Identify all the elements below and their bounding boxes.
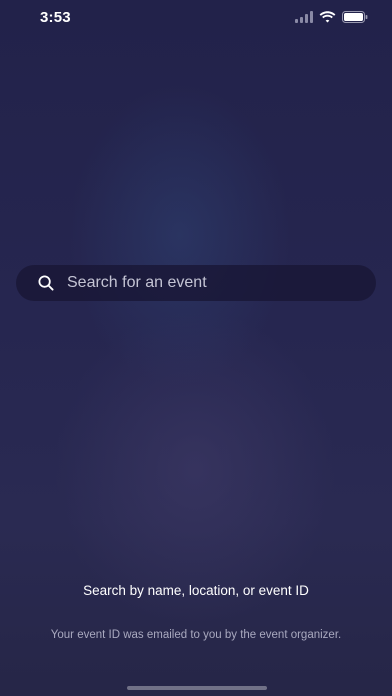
screen: 3:53 Search for an event Search by name,… [0,0,392,696]
cellular-signal-icon [295,11,313,23]
status-time: 3:53 [40,9,71,26]
battery-icon [342,11,368,23]
wifi-icon [319,11,336,23]
search-icon [38,275,54,291]
status-icons [295,11,368,23]
home-indicator[interactable] [127,686,267,690]
search-bar[interactable] [16,265,376,301]
status-bar: 3:53 [0,0,392,36]
search-input[interactable] [67,266,376,300]
search-help-title: Search by name, location, or event ID [83,583,309,598]
search-help-subtitle: Your event ID was emailed to you by the … [50,629,342,641]
